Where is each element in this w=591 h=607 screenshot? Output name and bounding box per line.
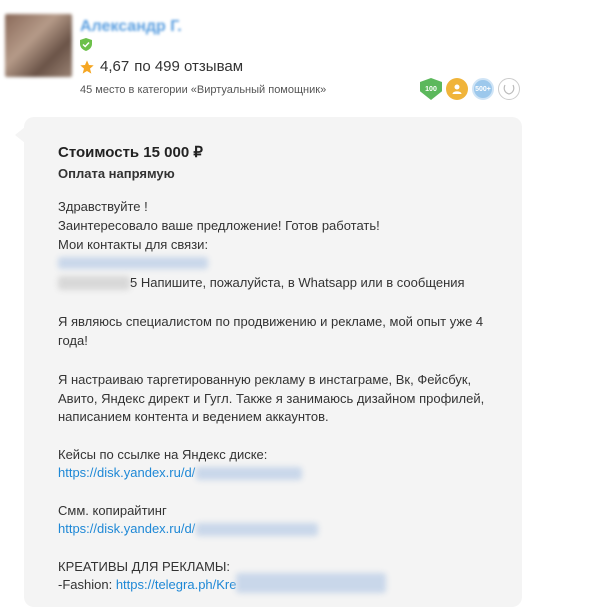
- redacted-link: [236, 573, 386, 593]
- message-line: КРЕАТИВЫ ДЛЯ РЕКЛАМЫ:: [58, 559, 231, 574]
- avatar[interactable]: [5, 14, 72, 77]
- laurel-badge-icon[interactable]: [498, 78, 520, 100]
- message-line: -Fashion: https://telegra.ph/Kre: [58, 577, 237, 592]
- message-line: написанием контента и ведением аккаунтов…: [58, 409, 329, 424]
- telegraph-fashion-link[interactable]: https://telegra.ph/Kre: [116, 577, 237, 592]
- category-rank: 45 место в категории «Виртуальный помощн…: [80, 84, 327, 96]
- fashion-label: -Fashion:: [58, 577, 116, 592]
- count-badge-icon[interactable]: 500+: [472, 78, 494, 100]
- rating: 4,67 по 499 отзывам: [79, 58, 243, 75]
- message-line: Мои контакты для связи:: [58, 237, 209, 252]
- redacted-contact-link: [58, 257, 208, 269]
- payment-type: Оплата напрямую: [58, 166, 175, 181]
- message-line: 5 Напишите, пожалуйста, в Whatsapp или в…: [130, 275, 465, 290]
- shield-badge-icon[interactable]: 100: [420, 78, 442, 100]
- message-line: Я являюсь специалистом по продвижению и …: [58, 314, 484, 329]
- freelancer-name[interactable]: Александр Г.: [80, 18, 182, 36]
- rating-value: 4,67: [100, 58, 130, 75]
- message-line: Заинтересовало ваше предложение! Готов р…: [58, 218, 380, 233]
- badges: 100 500+: [420, 78, 520, 100]
- message-line: года!: [58, 333, 88, 348]
- verified-shield-icon: [80, 38, 92, 51]
- rating-reviews-link[interactable]: по 499 отзывам: [134, 58, 243, 75]
- message-line: Кейсы по ссылке на Яндекс диске:: [58, 447, 268, 462]
- yandex-disk-copywriting-link[interactable]: https://disk.yandex.ru/d/: [58, 521, 195, 536]
- message-line: Здравствуйте !: [58, 199, 148, 214]
- star-icon: [80, 59, 94, 74]
- redacted-link: [196, 523, 318, 536]
- message-line: Авито, Яндекс директ и Гугл. Также я зан…: [58, 391, 485, 406]
- person-badge-icon[interactable]: [446, 78, 468, 100]
- message-line: Смм. копирайтинг: [58, 503, 167, 518]
- yandex-disk-cases-link[interactable]: https://disk.yandex.ru/d/: [58, 465, 195, 480]
- redacted-phone: [58, 276, 130, 290]
- message-line: Я настраиваю таргетированную рекламу в и…: [58, 372, 472, 387]
- offer-price: Стоимость 15 000 ₽: [58, 144, 203, 161]
- redacted-link: [196, 467, 302, 480]
